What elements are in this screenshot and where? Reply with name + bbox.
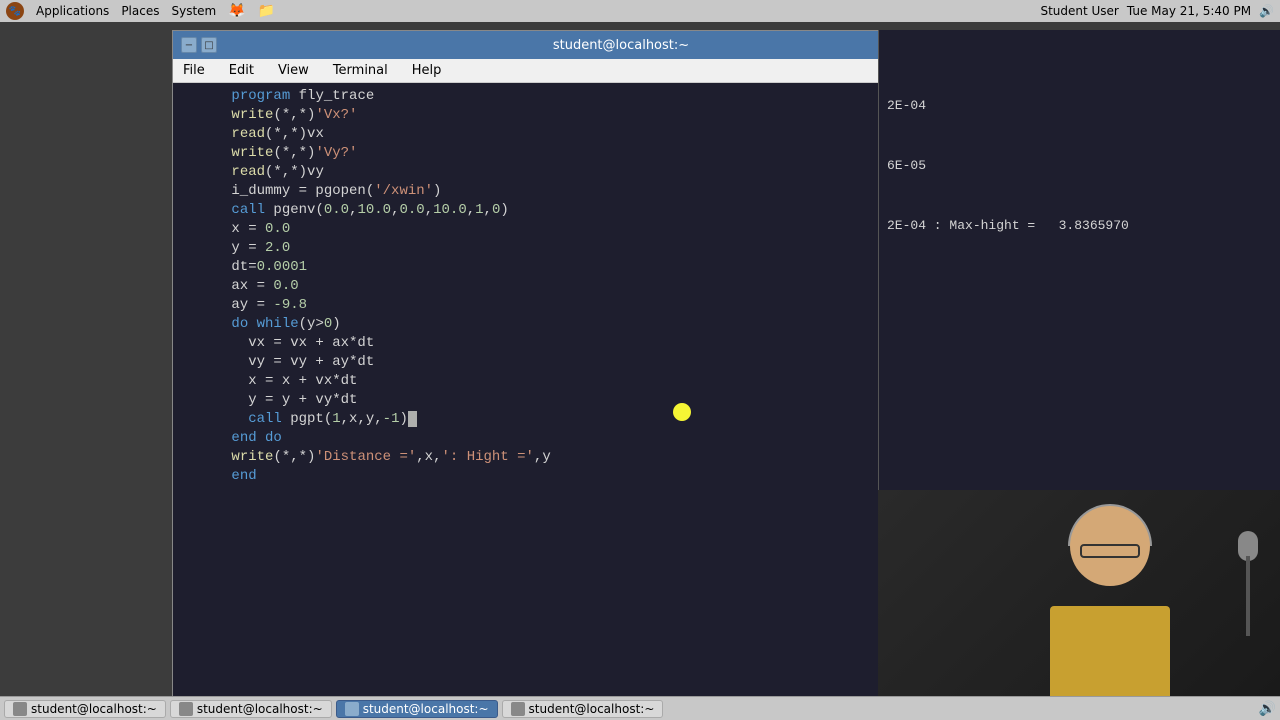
- terminal-icon-3: [345, 702, 359, 716]
- taskbar-tab-3[interactable]: student@localhost:~: [336, 700, 498, 718]
- terminal-icon-1: [13, 702, 27, 716]
- file-manager-icon: 📁: [258, 3, 275, 19]
- edit-menu[interactable]: Edit: [225, 61, 258, 80]
- person-body: [1050, 606, 1170, 696]
- os-logo-icon: 🐾: [6, 2, 24, 20]
- system-menu-item[interactable]: System: [171, 4, 216, 18]
- places-menu[interactable]: Places: [121, 4, 159, 18]
- tab-label-2: student@localhost:~: [197, 702, 323, 716]
- taskbar-tab-4[interactable]: student@localhost:~: [502, 700, 664, 718]
- taskbar-tab-1[interactable]: student@localhost:~: [4, 700, 166, 718]
- window-controls: − □: [181, 37, 217, 53]
- webcam-panel: [878, 490, 1280, 696]
- microphone-stand: [1246, 556, 1250, 636]
- terminal-menu[interactable]: Terminal: [329, 61, 392, 80]
- firefox-icon: 🦊: [228, 3, 245, 19]
- system-menu: Applications Places System 🦊 📁: [36, 3, 1028, 19]
- person-figure: [1000, 496, 1220, 696]
- terminal-icon-4: [511, 702, 525, 716]
- speaker-icon: 🔊: [1259, 701, 1276, 717]
- tab-label-4: student@localhost:~: [529, 702, 655, 716]
- system-tray: Student User Tue May 21, 5:40 PM 🔊: [1040, 4, 1274, 18]
- terminal-icon-2: [179, 702, 193, 716]
- taskbar-tab-2[interactable]: student@localhost:~: [170, 700, 332, 718]
- tab-label-3: student@localhost:~: [363, 702, 489, 716]
- right-output-text: 2E-04 6E-05 2E-04 : Max-hight = 3.836597…: [879, 30, 1280, 256]
- view-menu[interactable]: View: [274, 61, 313, 80]
- output-line-3: 6E-05: [887, 158, 926, 173]
- output-line-5: 2E-04 : Max-hight = 3.8365970: [887, 218, 1129, 233]
- right-output-panel: 2E-04 6E-05 2E-04 : Max-hight = 3.836597…: [878, 30, 1280, 550]
- system-bar: 🐾 Applications Places System 🦊 📁 Student…: [0, 0, 1280, 22]
- applications-menu[interactable]: Applications: [36, 4, 109, 18]
- file-menu[interactable]: File: [179, 61, 209, 80]
- tab-label-1: student@localhost:~: [31, 702, 157, 716]
- help-menu[interactable]: Help: [408, 61, 446, 80]
- volume-icon: 🔊: [1259, 4, 1274, 18]
- maximize-button[interactable]: □: [201, 37, 217, 53]
- user-label: Student User: [1040, 4, 1118, 18]
- glasses: [1080, 544, 1140, 558]
- datetime-label: Tue May 21, 5:40 PM: [1127, 4, 1251, 18]
- webcam-background: [878, 490, 1280, 696]
- minimize-button[interactable]: −: [181, 37, 197, 53]
- taskbar: student@localhost:~ student@localhost:~ …: [0, 696, 1280, 720]
- output-line-1: 2E-04: [887, 98, 926, 113]
